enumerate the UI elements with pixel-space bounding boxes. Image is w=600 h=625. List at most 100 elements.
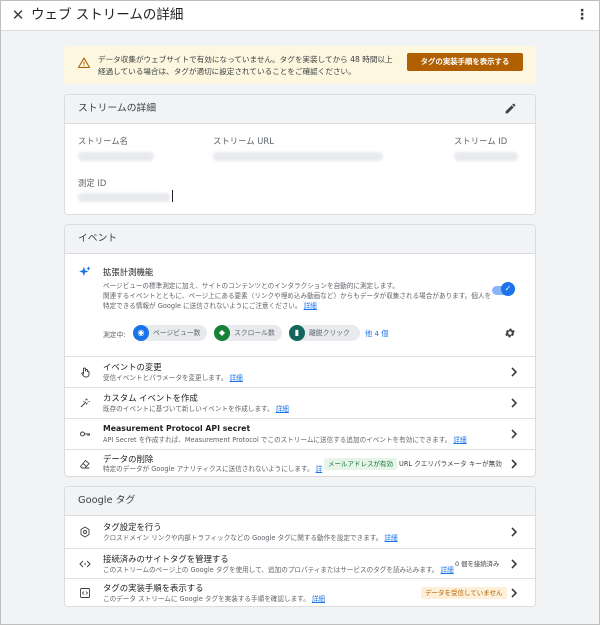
code-box-icon (80, 588, 90, 598)
chip-outbound-clicks: ▮ 離脱クリック (289, 325, 360, 341)
eraser-icon (79, 459, 90, 469)
connected-site-tags-desc: このストリームのページ上の Google タグを使用して、追加のプロパティまたは… (103, 566, 439, 574)
measurement-id-value-redacted (78, 193, 170, 202)
measurement-id-label: 測定 ID (78, 178, 107, 188)
chip-page-views: ◉ ページビュー数 (133, 325, 207, 341)
sparkle-icon (79, 266, 91, 277)
connected-site-tags-link[interactable]: 詳細 (441, 566, 454, 574)
warning-line-1: データ収集がウェブサイトで有効になっていません。タグを実装してから 48 時間以… (98, 55, 393, 64)
chip-outbound-clicks-label: 離脱クリック (309, 329, 350, 337)
enhanced-more-link[interactable]: 詳細 (304, 302, 317, 310)
create-event-desc: 既存のイベントに基づいて新しいイベントを作成します。 (103, 405, 274, 413)
measuring-label: 測定中: (103, 331, 126, 339)
chip-scrolls-label: スクロール数 (234, 329, 275, 337)
view-tag-instructions-link[interactable]: 詳細 (312, 595, 325, 603)
warning-text: データ収集がウェブサイトで有効になっていません。タグを実装してから 48 時間以… (98, 54, 398, 78)
stream-url-value-redacted (213, 152, 383, 161)
connected-site-tags-title: 接続済みのサイトタグを管理する (103, 554, 229, 564)
code-icon (79, 560, 91, 568)
row-data-redaction[interactable]: データの削除 特定のデータが Google アナリティクスに送信されないようにし… (65, 449, 535, 477)
modify-events-desc: 受信イベントとパラメータを変更します。 (103, 374, 228, 382)
stream-details-header: ストリームの詳細 (65, 95, 535, 124)
chip-scrolls: ◆ スクロール数 (214, 325, 282, 341)
enhanced-measurement-title: 拡張計測機能 (103, 267, 154, 277)
scroll-icon: ◆ (214, 325, 230, 341)
events-title: イベント (78, 233, 118, 244)
configure-tag-desc-line: クロスドメイン リンクや内部トラフィックなどの Google タグに関する動作を… (103, 534, 398, 543)
eye-icon: ◉ (133, 325, 149, 341)
enhanced-desc-1: ページビューの標準測定に加え、サイトのコンテンツとのインタラクションを自動的に測… (103, 282, 399, 290)
configure-tag-title: タグ設定を行う (103, 522, 162, 532)
configure-tag-link[interactable]: 詳細 (384, 534, 397, 542)
gear-icon[interactable] (504, 327, 516, 339)
data-redaction-desc: 特定のデータが Google アナリティクスに送信されないようにします。 (103, 465, 314, 473)
chevron-right-icon (511, 429, 518, 439)
stream-url-label: ストリーム URL (213, 136, 274, 146)
data-redaction-desc-line: 特定のデータが Google アナリティクスに送信されないようにします。 詳 (103, 465, 322, 474)
create-event-title: カスタム イベントを作成 (103, 393, 198, 403)
row-connected-site-tags[interactable]: 接続済みのサイトタグを管理する このストリームのページ上の Google タグを… (65, 548, 535, 578)
key-icon (80, 431, 90, 437)
connected-site-tags-desc-line: このストリームのページ上の Google タグを使用して、追加のプロパティまたは… (103, 566, 454, 575)
modify-events-title: イベントの変更 (103, 362, 162, 372)
measurement-protocol-desc-line: API Secret を作成すれば、Measurement Protocol で… (103, 436, 467, 445)
view-tag-instructions-desc: このデータ ストリームに Google タグを実装する手順を確認します。 (103, 595, 310, 603)
panel-header: ✕ ウェブ ストリームの詳細 ⋮ (1, 1, 599, 31)
email-enabled-badge: メールアドレスが有効 (324, 458, 397, 470)
chevron-right-icon (511, 588, 518, 598)
warning-icon (78, 57, 90, 69)
chevron-right-icon (511, 459, 518, 469)
row-create-event[interactable]: カスタム イベントを作成 既存のイベントに基づいて新しいイベントを作成します。 … (65, 387, 535, 418)
tag-settings-icon (80, 526, 90, 538)
row-modify-events[interactable]: イベントの変更 受信イベントとパラメータを変更します。 詳細 (65, 356, 535, 387)
chevron-right-icon (511, 527, 518, 537)
connected-count: 0 個を接続済み (455, 560, 500, 568)
no-data-badge: データを受信していません (421, 587, 507, 599)
events-card: イベント 拡張計測機能 ページビューの標準測定に加え、サイトのコンテンツとのイン… (64, 224, 536, 477)
configure-tag-desc: クロスドメイン リンクや内部トラフィックなどの Google タグに関する動作を… (103, 534, 383, 542)
check-icon[interactable]: ✓ (501, 282, 515, 296)
stream-id-value-redacted (454, 152, 518, 161)
stream-name-value-redacted (78, 152, 154, 161)
enhanced-desc-3-line: 特定できる情報が Google に送信されないようにご注意ください。 詳細 (103, 302, 317, 311)
web-stream-details-panel: ✕ ウェブ ストリームの詳細 ⋮ データ収集がウェブサイトで有効になっていません… (0, 0, 600, 625)
stream-id-label: ストリーム ID (454, 136, 508, 146)
edit-icon[interactable] (504, 102, 517, 115)
data-redaction-title: データの削除 (103, 454, 154, 464)
data-redaction-link[interactable]: 詳 (316, 465, 323, 473)
row-configure-tag[interactable]: タグ設定を行う クロスドメイン リンクや内部トラフィックなどの Google タ… (65, 517, 535, 548)
measurement-protocol-link[interactable]: 詳細 (453, 436, 466, 444)
chevron-right-icon (511, 367, 518, 377)
chevron-right-icon (511, 559, 518, 569)
enhanced-desc-3: 特定できる情報が Google に送信されないようにご注意ください。 (103, 302, 302, 310)
create-event-link[interactable]: 詳細 (276, 405, 289, 413)
row-measurement-protocol[interactable]: Measurement Protocol API secret API Secr… (65, 418, 535, 449)
modify-events-desc-line: 受信イベントとパラメータを変更します。 詳細 (103, 374, 243, 383)
data-collection-warning-banner: データ収集がウェブサイトで有効になっていません。タグを実装してから 48 時間以… (64, 46, 536, 84)
mouse-icon: ▮ (289, 325, 305, 341)
view-tag-instructions-title: タグの実装手順を表示する (103, 583, 204, 593)
google-tag-card: Google タグ タグ設定を行う クロスドメイン リンクや内部トラフィックなど… (64, 486, 536, 607)
copy-cursor-mark (172, 190, 173, 202)
row-view-tag-instructions[interactable]: タグの実装手順を表示する このデータ ストリームに Google タグを実装する… (65, 578, 535, 607)
measurement-protocol-desc: API Secret を作成すれば、Measurement Protocol で… (103, 436, 452, 444)
others-link[interactable]: 他 4 個 (365, 329, 389, 339)
enhanced-desc-2: 関連するイベントとともに、ページ上にある要素（リンクや埋め込み動画など）からもデ… (103, 292, 492, 300)
url-query-disabled-text: URL クエリパラメータ キーが無効 (399, 460, 502, 468)
touch-icon (81, 367, 90, 378)
stream-details-title: ストリームの詳細 (78, 103, 157, 114)
modify-events-link[interactable]: 詳細 (230, 374, 243, 382)
view-tag-instructions-button[interactable]: タグの実装手順を表示する (407, 53, 523, 71)
stream-name-label: ストリーム名 (78, 136, 128, 146)
page-title: ウェブ ストリームの詳細 (31, 7, 184, 23)
measurement-protocol-title: Measurement Protocol API secret (103, 424, 251, 433)
close-icon[interactable]: ✕ (10, 7, 26, 23)
chevron-right-icon (511, 398, 518, 408)
stream-details-card: ストリームの詳細 ストリーム名 ストリーム URL ストリーム ID 測定 ID (64, 94, 536, 215)
view-tag-instructions-desc-line: このデータ ストリームに Google タグを実装する手順を確認します。 詳細 (103, 595, 325, 604)
warning-line-2: 経過している場合は、タグが適切に設定されていることをご確認ください。 (98, 67, 356, 76)
magic-wand-icon (80, 398, 90, 408)
create-event-desc-line: 既存のイベントに基づいて新しいイベントを作成します。 詳細 (103, 405, 289, 414)
more-vert-icon[interactable]: ⋮ (575, 7, 589, 23)
chip-page-views-label: ページビュー数 (153, 329, 201, 337)
